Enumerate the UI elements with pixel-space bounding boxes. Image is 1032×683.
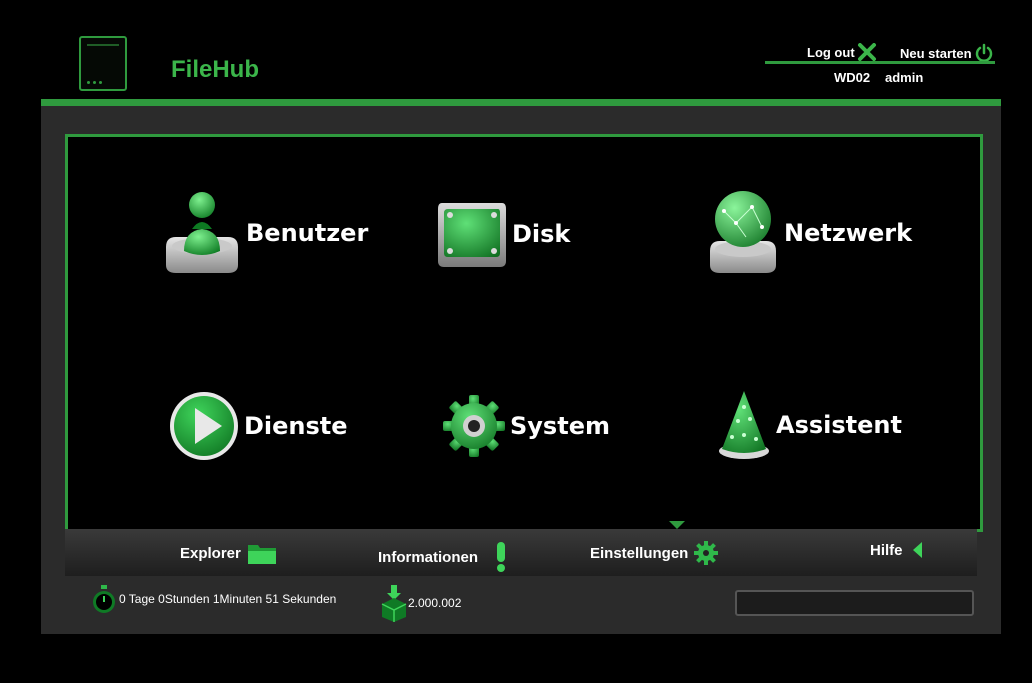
version-text: 2.000.002	[408, 596, 462, 610]
main-panel: Benutzer Disk Netzwerk Dienste System As…	[41, 99, 1001, 634]
tile-label: System	[510, 412, 610, 440]
nav-label: Einstellungen	[590, 544, 689, 562]
power-icon	[975, 43, 992, 62]
nav-label: Explorer	[180, 544, 241, 562]
tile-label: Benutzer	[246, 219, 369, 247]
uptime-status: 0 Tage 0Stunden 1Minuten 51 Sekunden	[89, 584, 336, 614]
logout-button[interactable]: Log out	[807, 43, 877, 61]
uptime-text: 0 Tage 0Stunden 1Minuten 51 Sekunden	[119, 592, 337, 606]
version-status: 2.000.002	[380, 584, 461, 622]
nav-label: Hilfe	[870, 541, 903, 559]
restart-button[interactable]: Neu starten	[900, 43, 994, 63]
bottom-nav: Explorer Informationen Einstellungen Hil…	[65, 529, 977, 576]
tile-grid: Benutzer Disk Netzwerk Dienste System As…	[65, 134, 983, 532]
logout-label: Log out	[807, 44, 855, 60]
stopwatch-icon	[93, 585, 115, 613]
tile-disk[interactable]: Disk	[436, 199, 570, 269]
close-icon	[857, 43, 876, 61]
tile-label: Disk	[512, 220, 571, 248]
package-icon	[381, 585, 407, 622]
nav-explorer[interactable]: Explorer	[180, 541, 277, 565]
folder-icon	[247, 545, 276, 564]
nav-hilfe[interactable]: Hilfe	[870, 541, 925, 559]
globe-icon	[710, 191, 776, 273]
nav-einstellungen[interactable]: Einstellungen	[590, 541, 719, 565]
tile-assistent[interactable]: Assistent	[716, 389, 902, 461]
disk-icon	[438, 203, 506, 267]
user-name: admin	[885, 70, 924, 85]
tile-label: Dienste	[244, 412, 348, 440]
nav-informationen[interactable]: Informationen	[378, 541, 508, 573]
arrow-left-icon	[912, 542, 922, 558]
wizard-hat-icon	[719, 391, 769, 459]
header-divider	[765, 61, 995, 64]
user-icon	[166, 192, 238, 273]
device-name: WD02	[834, 70, 871, 85]
panel-topbar	[41, 99, 1001, 106]
exclamation-icon	[497, 542, 505, 572]
device-logo	[79, 36, 127, 91]
tile-dienste[interactable]: Dienste	[168, 390, 348, 462]
nav-label: Informationen	[378, 548, 478, 566]
tile-netzwerk[interactable]: Netzwerk	[706, 189, 912, 277]
play-icon	[170, 392, 238, 460]
app-title: FileHub	[171, 56, 259, 83]
active-nav-indicator	[669, 521, 685, 529]
tile-label: Netzwerk	[784, 219, 913, 247]
tile-label: Assistent	[776, 411, 902, 439]
settings-gear-icon	[694, 541, 719, 565]
status-field	[735, 590, 974, 616]
tile-benutzer[interactable]: Benutzer	[162, 189, 368, 277]
restart-label: Neu starten	[900, 45, 972, 61]
gear-icon	[443, 395, 505, 457]
account-area: Log out Neu starten WD02 admin	[765, 40, 995, 90]
tile-system[interactable]: System	[442, 394, 610, 458]
